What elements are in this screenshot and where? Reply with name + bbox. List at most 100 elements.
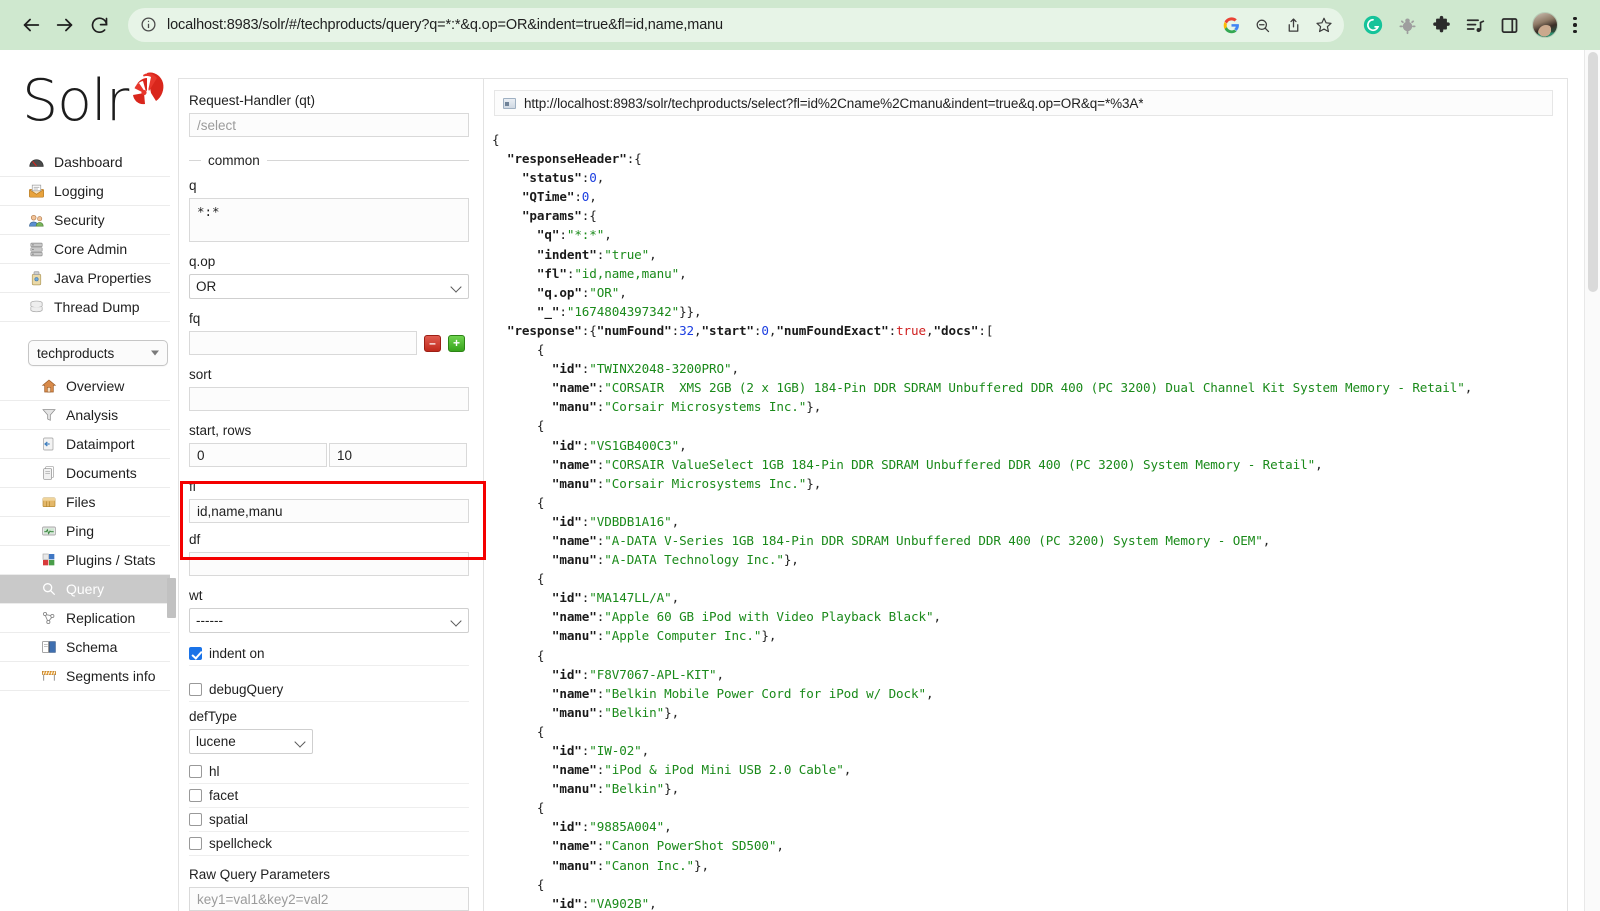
sidebar-item-label: Files bbox=[66, 494, 96, 510]
deftype-select-wrap: lucene bbox=[189, 729, 313, 754]
solr-admin-page: Solr Dashboard bbox=[0, 50, 1600, 911]
solr-logo[interactable]: Solr bbox=[22, 68, 162, 134]
wt-select[interactable]: ------ bbox=[189, 608, 469, 633]
debug-query-row[interactable]: debugQuery bbox=[189, 678, 469, 702]
common-section-legend: common bbox=[189, 153, 469, 168]
wt-select-wrap: ------ bbox=[189, 608, 469, 633]
bookmark-star-icon[interactable] bbox=[1310, 11, 1338, 39]
query-magnifier-icon bbox=[40, 581, 57, 598]
request-handler-input[interactable]: /select bbox=[189, 113, 469, 137]
google-g-icon[interactable] bbox=[1217, 11, 1245, 39]
deftype-select[interactable]: lucene bbox=[189, 729, 313, 754]
result-url-text[interactable]: http://localhost:8983/solr/techproducts/… bbox=[524, 96, 1143, 111]
spatial-checkbox[interactable] bbox=[189, 813, 202, 826]
sidebar-item-core-admin[interactable]: Core Admin bbox=[0, 235, 170, 264]
sidebar-item-documents[interactable]: Documents bbox=[0, 459, 170, 488]
wt-label: wt bbox=[189, 588, 467, 604]
sidebar-item-logging[interactable]: Logging bbox=[0, 177, 170, 206]
fq-input[interactable] bbox=[189, 331, 417, 355]
sidebar-item-replication[interactable]: Replication bbox=[0, 604, 170, 633]
sidebar-item-schema[interactable]: Schema bbox=[0, 633, 170, 662]
df-input[interactable] bbox=[189, 552, 469, 576]
sidebar-item-dataimport[interactable]: Dataimport bbox=[0, 430, 170, 459]
sidebar-item-label: Query bbox=[66, 581, 104, 597]
sidebar-item-label: Overview bbox=[66, 378, 124, 394]
core-admin-icon bbox=[28, 241, 45, 258]
sidebar-item-thread-dump[interactable]: Thread Dump bbox=[0, 293, 170, 322]
spellcheck-checkbox[interactable] bbox=[189, 837, 202, 850]
side-panel-icon[interactable] bbox=[1494, 10, 1524, 40]
result-url-bar[interactable]: http://localhost:8983/solr/techproducts/… bbox=[494, 90, 1553, 116]
zoom-out-icon[interactable] bbox=[1248, 11, 1276, 39]
sidebar-item-security[interactable]: Security bbox=[0, 206, 170, 235]
start-input[interactable]: 0 bbox=[189, 443, 327, 467]
df-label: df bbox=[189, 532, 467, 548]
reload-icon[interactable] bbox=[82, 8, 116, 42]
spatial-row[interactable]: spatial bbox=[189, 808, 469, 832]
raw-query-input[interactable]: key1=val1&key2=val2 bbox=[189, 887, 469, 911]
raw-query-label: Raw Query Parameters bbox=[189, 867, 467, 883]
indent-row[interactable]: indent on bbox=[189, 642, 469, 666]
facet-row[interactable]: facet bbox=[189, 784, 469, 808]
sidebar-item-label: Security bbox=[54, 212, 105, 228]
hl-row[interactable]: hl bbox=[189, 760, 469, 784]
dataimport-icon bbox=[40, 436, 57, 453]
thread-dump-icon bbox=[28, 299, 45, 316]
rows-input[interactable]: 10 bbox=[329, 443, 467, 467]
sidebar-item-segments-info[interactable]: Segments info bbox=[0, 662, 170, 691]
chevron-down-icon bbox=[151, 351, 159, 356]
sidebar-item-label: Thread Dump bbox=[54, 299, 140, 315]
sidebar-item-plugins-stats[interactable]: Plugins / Stats bbox=[0, 546, 170, 575]
hl-label: hl bbox=[209, 764, 220, 779]
address-bar[interactable]: localhost:8983/solr/#/techproducts/query… bbox=[128, 8, 1344, 42]
back-arrow-icon[interactable] bbox=[14, 8, 48, 42]
dashboard-icon bbox=[28, 154, 45, 171]
sidebar-item-label: Replication bbox=[66, 610, 135, 626]
fl-input[interactable]: id,name,manu bbox=[189, 499, 469, 523]
sidebar-item-analysis[interactable]: Analysis bbox=[0, 401, 170, 430]
analysis-funnel-icon bbox=[40, 407, 57, 424]
debug-query-checkbox[interactable] bbox=[189, 683, 202, 696]
bug-extension-icon[interactable] bbox=[1392, 10, 1422, 40]
chrome-menu-icon[interactable] bbox=[1564, 10, 1586, 40]
sidebar-item-dashboard[interactable]: Dashboard bbox=[0, 148, 170, 177]
core-selector-value: techproducts bbox=[37, 346, 114, 361]
sort-input[interactable] bbox=[189, 387, 469, 411]
sidebar-item-label: Ping bbox=[66, 523, 94, 539]
address-bar-url[interactable]: localhost:8983/solr/#/techproducts/query… bbox=[167, 17, 1214, 33]
qop-select[interactable]: OR bbox=[189, 274, 469, 299]
solr-logo-text: Solr bbox=[22, 68, 128, 134]
site-info-icon[interactable] bbox=[140, 16, 158, 34]
remove-row-icon[interactable]: – bbox=[424, 335, 441, 352]
sidebar-item-query[interactable]: Query bbox=[0, 575, 170, 604]
spellcheck-row[interactable]: spellcheck bbox=[189, 832, 469, 856]
share-icon[interactable] bbox=[1279, 11, 1307, 39]
page-scrollbar[interactable] bbox=[1584, 50, 1600, 911]
browser-toolbar: localhost:8983/solr/#/techproducts/query… bbox=[0, 0, 1600, 50]
puzzle-extensions-icon[interactable] bbox=[1426, 10, 1456, 40]
overview-home-icon bbox=[40, 378, 57, 395]
sidebar-item-overview[interactable]: Overview bbox=[0, 372, 170, 401]
sidebar-item-ping[interactable]: Ping bbox=[0, 517, 170, 546]
facet-checkbox[interactable] bbox=[189, 789, 202, 802]
forward-arrow-icon[interactable] bbox=[48, 8, 82, 42]
schema-book-icon bbox=[40, 639, 57, 656]
form-scrollbar-thumb[interactable] bbox=[167, 578, 176, 618]
add-row-icon[interactable]: + bbox=[448, 335, 465, 352]
core-selector[interactable]: techproducts bbox=[28, 340, 168, 366]
request-handler-label: Request-Handler (qt) bbox=[189, 93, 467, 109]
sidebar-item-java-properties[interactable]: Java Properties bbox=[0, 264, 170, 293]
start-rows-label: start, rows bbox=[189, 423, 467, 439]
sidebar-item-label: Analysis bbox=[66, 407, 118, 423]
q-input[interactable]: *:* bbox=[189, 198, 469, 242]
grammarly-icon[interactable] bbox=[1358, 10, 1388, 40]
indent-checkbox[interactable] bbox=[189, 647, 202, 660]
sidebar-item-files[interactable]: Files bbox=[0, 488, 170, 517]
reading-list-icon[interactable] bbox=[1460, 10, 1490, 40]
sidebar-item-label: Dataimport bbox=[66, 436, 134, 452]
hl-checkbox[interactable] bbox=[189, 765, 202, 778]
page-scrollbar-thumb[interactable] bbox=[1588, 52, 1598, 292]
segments-info-icon bbox=[40, 668, 57, 685]
legend-text: common bbox=[201, 153, 267, 168]
profile-avatar[interactable] bbox=[1532, 12, 1558, 38]
